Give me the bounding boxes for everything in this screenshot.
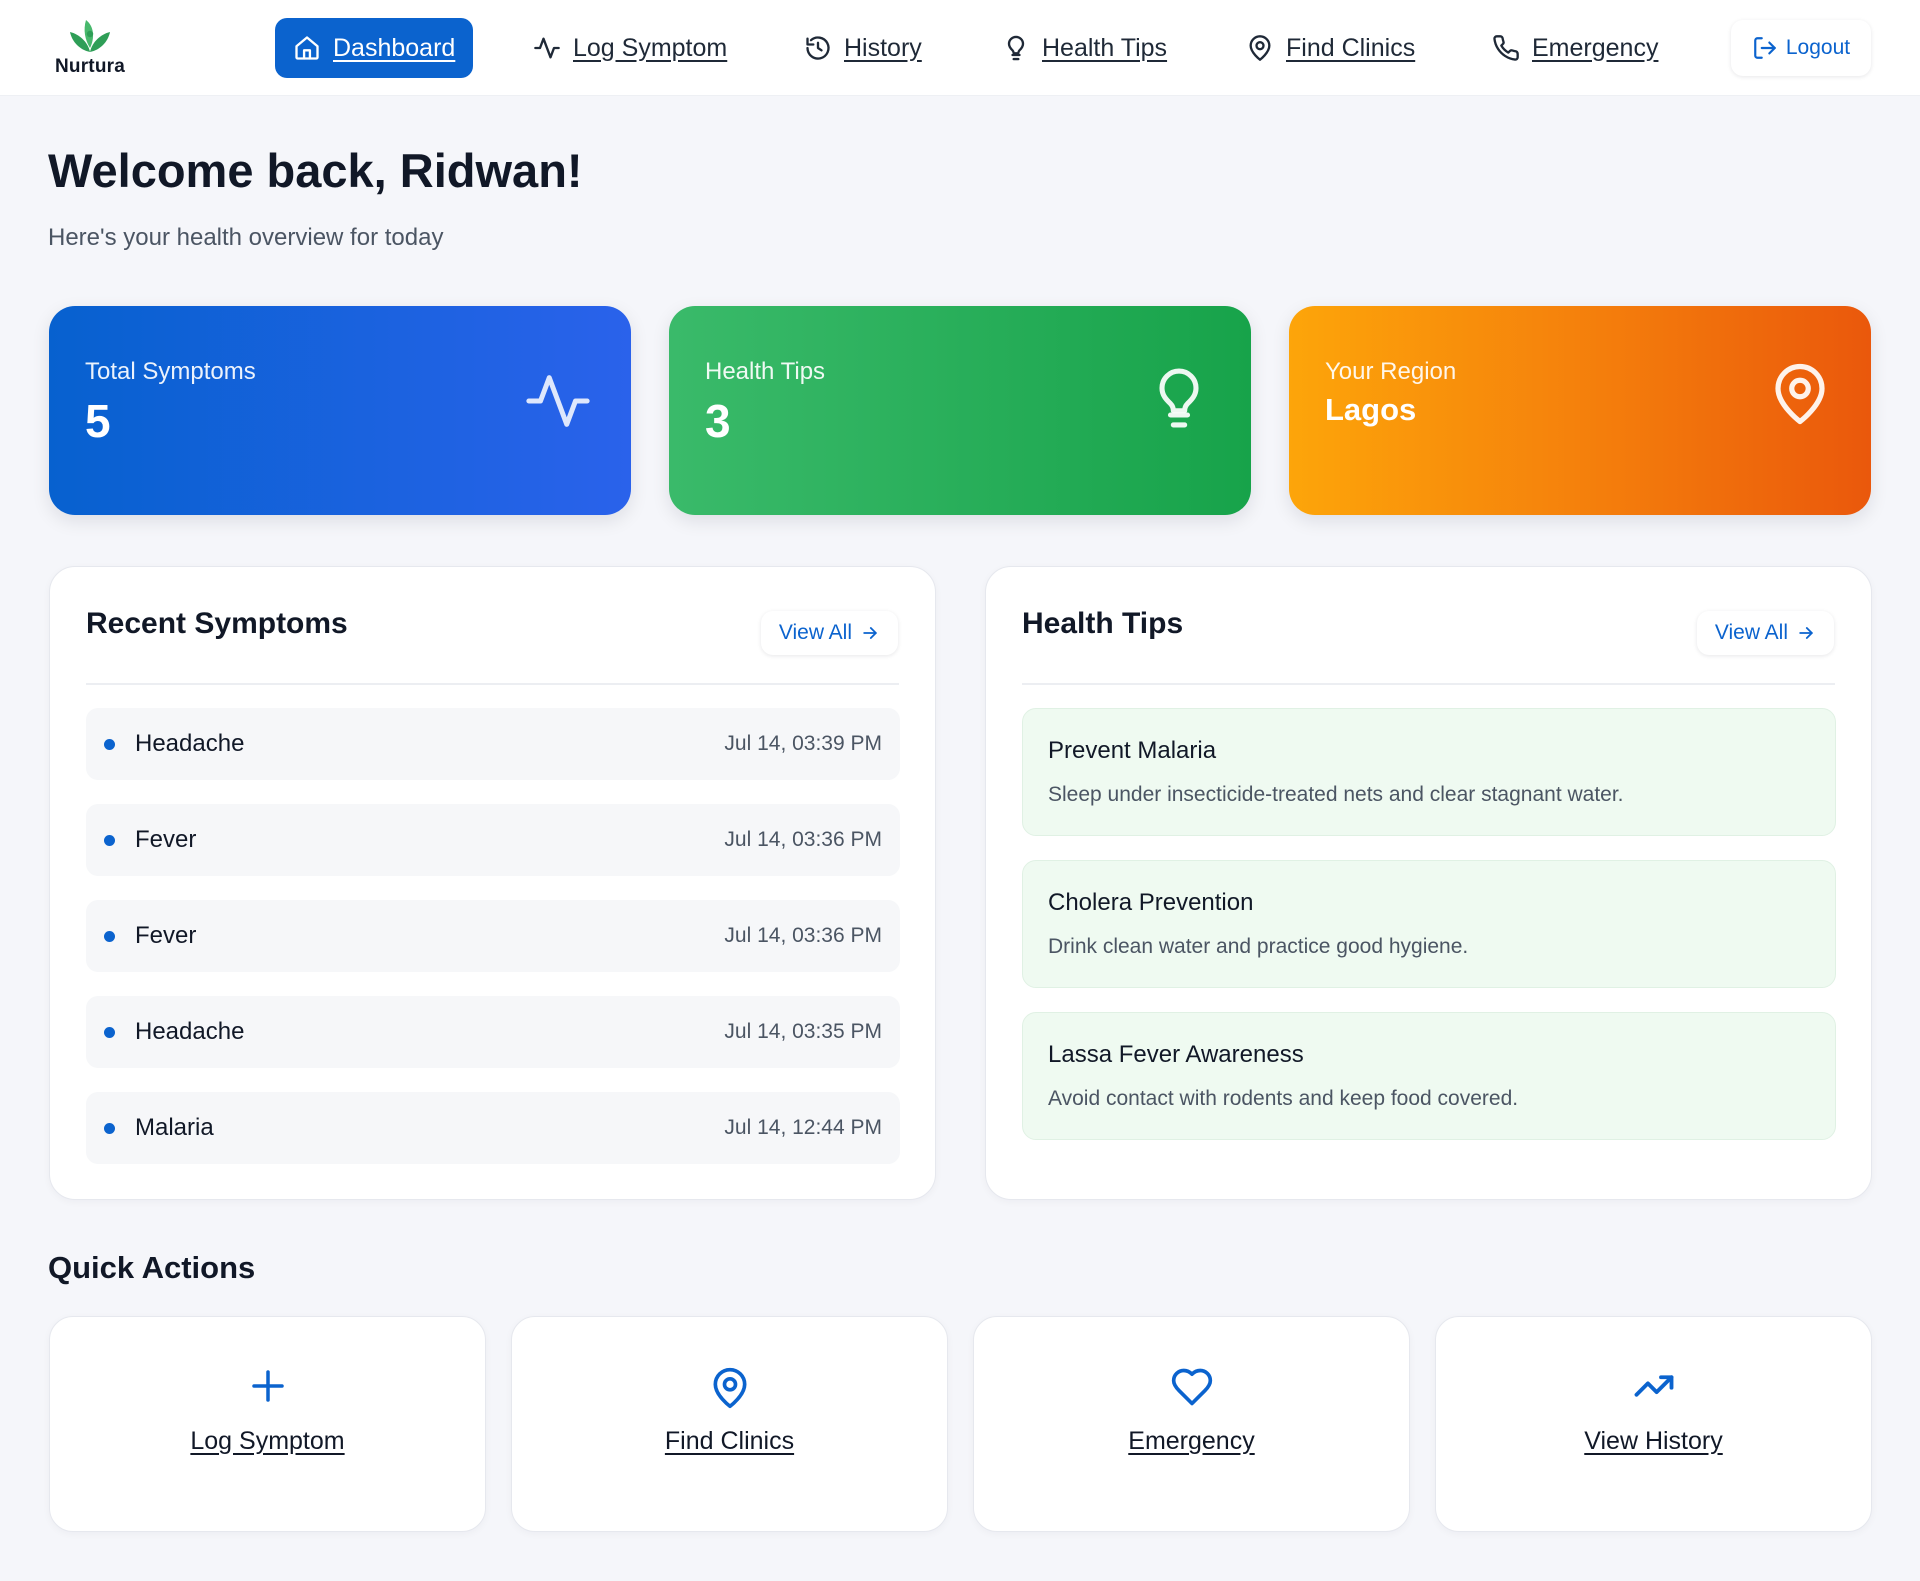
logout-icon xyxy=(1754,37,1776,59)
plus-icon xyxy=(251,1370,284,1402)
tip-card[interactable]: Lassa Fever Awareness Avoid contact with… xyxy=(1022,1012,1836,1140)
home-icon xyxy=(295,36,319,60)
quick-action-label: Find Clinics xyxy=(664,1427,795,1455)
brand-name: Nurtura xyxy=(54,56,125,77)
quick-action-view-history[interactable]: View History xyxy=(1435,1316,1872,1532)
map-pin-icon xyxy=(1775,363,1825,425)
top-navbar: Nurtura Dashboard Log Symptom History He… xyxy=(0,0,1920,96)
symptom-time: Jul 14, 03:39 PM xyxy=(724,732,882,755)
trending-up-icon xyxy=(1634,1375,1673,1397)
tip-title: Cholera Prevention xyxy=(1048,889,1254,916)
symptom-name: Headache xyxy=(135,730,245,757)
stat-value: Lagos xyxy=(1325,392,1417,427)
arrow-right-icon xyxy=(863,627,877,639)
panel-title: Health Tips xyxy=(1022,607,1184,640)
symptom-time: Jul 14, 12:44 PM xyxy=(724,1116,882,1139)
symptom-row[interactable]: Fever Jul 14, 03:36 PM xyxy=(86,804,900,876)
tip-title: Prevent Malaria xyxy=(1048,737,1217,764)
page-subtitle: Here's your health overview for today xyxy=(48,224,444,251)
tip-card[interactable]: Prevent Malaria Sleep under insecticide-… xyxy=(1022,708,1836,836)
stat-card-your-region: Your Region Lagos xyxy=(1289,306,1871,515)
view-all-tips-button[interactable]: View All xyxy=(1696,611,1834,655)
quick-actions-title: Quick Actions xyxy=(48,1250,256,1285)
logout-label: Logout xyxy=(1785,36,1851,59)
quick-action-emergency[interactable]: Emergency xyxy=(973,1316,1410,1532)
activity-icon xyxy=(534,37,560,59)
heart-icon xyxy=(1171,1368,1212,1406)
stat-value: 5 xyxy=(85,395,111,447)
quick-action-label: Log Symptom xyxy=(190,1427,345,1455)
tip-description: Drink clean water and practice good hygi… xyxy=(1048,935,1469,958)
tip-title: Lassa Fever Awareness xyxy=(1048,1041,1304,1068)
nav-log-symptom[interactable]: Log Symptom xyxy=(533,18,727,78)
nav-find-clinics[interactable]: Find Clinics xyxy=(1246,18,1415,78)
activity-icon xyxy=(526,375,590,427)
tip-card[interactable]: Cholera Prevention Drink clean water and… xyxy=(1022,860,1836,988)
lightbulb-icon xyxy=(1159,368,1199,428)
history-icon xyxy=(806,36,830,60)
stat-value: 3 xyxy=(705,395,731,447)
recent-symptoms-panel: Recent Symptoms View All Headache Jul 14… xyxy=(49,566,936,1200)
quick-action-label: View History xyxy=(1584,1427,1723,1455)
nav-find-clinics-label: Find Clinics xyxy=(1286,33,1416,62)
phone-icon xyxy=(1493,35,1519,61)
symptom-name: Headache xyxy=(135,1018,245,1045)
view-all-label: View All xyxy=(1714,621,1788,644)
nav-dashboard[interactable]: Dashboard xyxy=(275,18,474,78)
bullet-dot-icon xyxy=(104,738,115,750)
quick-action-label: Emergency xyxy=(1128,1427,1255,1455)
bullet-dot-icon xyxy=(104,1026,115,1038)
nav-emergency-label: Emergency xyxy=(1532,33,1659,62)
health-tips-panel: Health Tips View All Prevent Malaria Sle… xyxy=(985,566,1872,1200)
page-title: Welcome back, Ridwan! xyxy=(48,144,583,197)
panel-divider xyxy=(1022,683,1835,685)
quick-action-log-symptom[interactable]: Log Symptom xyxy=(49,1316,486,1532)
nav-log-symptom-label: Log Symptom xyxy=(573,33,728,62)
symptom-time: Jul 14, 03:35 PM xyxy=(724,1020,882,1043)
nav-history[interactable]: History xyxy=(804,18,922,78)
view-all-label: View All xyxy=(778,621,852,644)
stat-card-health-tips: Health Tips 3 xyxy=(669,306,1251,515)
panel-divider xyxy=(86,683,899,685)
symptom-row[interactable]: Malaria Jul 14, 12:44 PM xyxy=(86,1092,900,1164)
stat-label: Your Region xyxy=(1325,358,1457,385)
arrow-right-icon xyxy=(1799,627,1813,639)
symptom-time: Jul 14, 03:36 PM xyxy=(724,924,882,947)
map-pin-icon xyxy=(1249,35,1271,61)
bullet-dot-icon xyxy=(104,930,115,942)
bullet-dot-icon xyxy=(104,834,115,846)
symptom-name: Malaria xyxy=(135,1114,214,1141)
brand-logo[interactable]: Nurtura xyxy=(50,18,130,80)
stat-label: Health Tips xyxy=(705,358,826,385)
symptom-row[interactable]: Fever Jul 14, 03:36 PM xyxy=(86,900,900,972)
lightbulb-icon xyxy=(1007,35,1025,61)
symptom-list: Headache Jul 14, 03:39 PM Fever Jul 14, … xyxy=(86,708,900,1188)
leaf-logo-icon xyxy=(70,20,110,52)
symptom-name: Fever xyxy=(135,826,197,853)
stat-label: Total Symptoms xyxy=(85,358,256,385)
quick-action-find-clinics[interactable]: Find Clinics xyxy=(511,1316,948,1532)
tip-description: Sleep under insecticide-treated nets and… xyxy=(1048,783,1624,806)
symptom-row[interactable]: Headache Jul 14, 03:39 PM xyxy=(86,708,900,780)
nav-health-tips[interactable]: Health Tips xyxy=(1002,18,1167,78)
map-pin-icon xyxy=(713,1367,746,1409)
symptom-name: Fever xyxy=(135,922,197,949)
panel-title: Recent Symptoms xyxy=(86,607,348,640)
tip-list: Prevent Malaria Sleep under insecticide-… xyxy=(1022,708,1836,1164)
stat-card-total-symptoms: Total Symptoms 5 xyxy=(49,306,631,515)
nav-health-tips-label: Health Tips xyxy=(1042,33,1168,62)
bullet-dot-icon xyxy=(104,1122,115,1134)
logout-button[interactable]: Logout xyxy=(1731,20,1871,76)
tip-description: Avoid contact with rodents and keep food… xyxy=(1048,1087,1519,1110)
nav-history-label: History xyxy=(844,33,922,62)
view-all-symptoms-button[interactable]: View All xyxy=(760,611,898,655)
symptom-time: Jul 14, 03:36 PM xyxy=(724,828,882,851)
nav-dashboard-label: Dashboard xyxy=(333,33,456,62)
nav-emergency[interactable]: Emergency xyxy=(1492,18,1658,78)
symptom-row[interactable]: Headache Jul 14, 03:35 PM xyxy=(86,996,900,1068)
